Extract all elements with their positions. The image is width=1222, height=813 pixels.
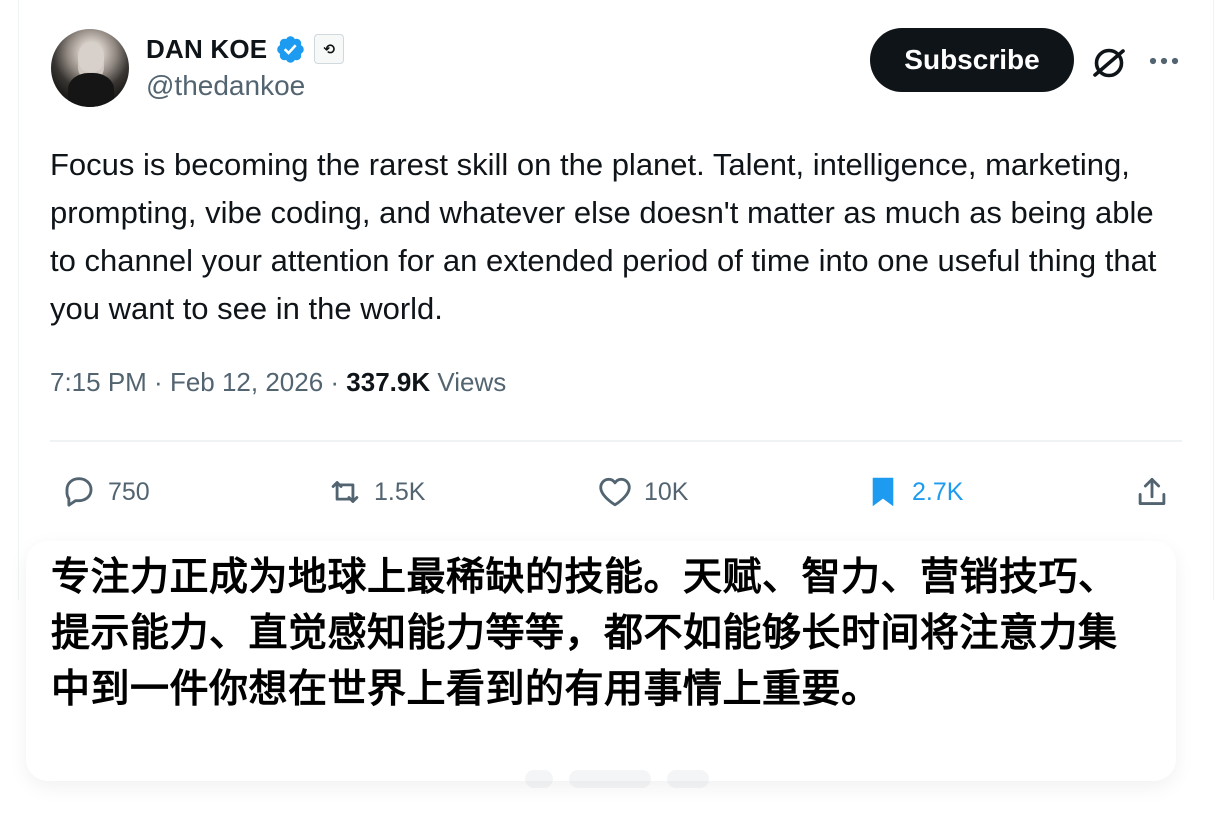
bookmark-icon: [872, 477, 894, 507]
tweet-text: Focus is becoming the rarest skill on th…: [50, 147, 1157, 326]
verified-badge-icon: [277, 35, 305, 63]
subscribe-button[interactable]: Subscribe: [870, 28, 1074, 92]
faint-bottom-text: [525, 770, 715, 798]
more-icon[interactable]: [1146, 43, 1182, 79]
tweet-time[interactable]: 7:15 PM: [50, 367, 147, 397]
author-avatar[interactable]: [51, 29, 129, 107]
translation-overlay: 专注力正成为地球上最稀缺的技能。天赋、智力、营销技巧、提示能力、直觉感知能力等等…: [26, 541, 1176, 781]
faint-text-fragment: [667, 770, 709, 788]
retweet-button[interactable]: 1.5K: [326, 470, 425, 514]
share-icon: [1138, 477, 1166, 505]
like-button[interactable]: 10K: [596, 470, 688, 514]
tweet-meta: 7:15 PM · Feb 12, 2026 · 337.9K Views: [50, 367, 506, 398]
meta-separator: ·: [323, 367, 347, 397]
reply-icon: [65, 477, 93, 507]
tweet-date[interactable]: Feb 12, 2026: [170, 367, 323, 397]
grok-icon[interactable]: [1089, 43, 1129, 83]
faint-text-fragment: [569, 770, 651, 788]
author-handle[interactable]: @thedankoe: [146, 70, 305, 102]
reply-count: 750: [108, 477, 150, 506]
views-label: Views: [437, 367, 507, 397]
action-divider: [50, 440, 1182, 442]
author-name[interactable]: DAN KOE: [146, 34, 267, 65]
retweet-count: 1.5K: [374, 477, 426, 506]
reply-button[interactable]: 750: [60, 470, 150, 514]
heart-icon: [599, 477, 631, 507]
views-count[interactable]: 337.9K: [346, 367, 430, 397]
bookmark-button[interactable]: 2.7K: [864, 470, 963, 514]
bookmark-count: 2.7K: [912, 477, 964, 506]
affiliate-badge-icon: ⟲: [314, 34, 345, 64]
share-button[interactable]: [1133, 470, 1171, 514]
faint-text-fragment: [525, 770, 553, 788]
tweet-screenshot: DAN KOE ⟲ @thedankoe Subscribe Focus is …: [0, 0, 1222, 813]
like-count: 10K: [644, 477, 689, 506]
retweet-icon: [331, 481, 359, 503]
author-name-row: DAN KOE ⟲: [146, 31, 345, 67]
meta-separator: ·: [146, 367, 170, 397]
